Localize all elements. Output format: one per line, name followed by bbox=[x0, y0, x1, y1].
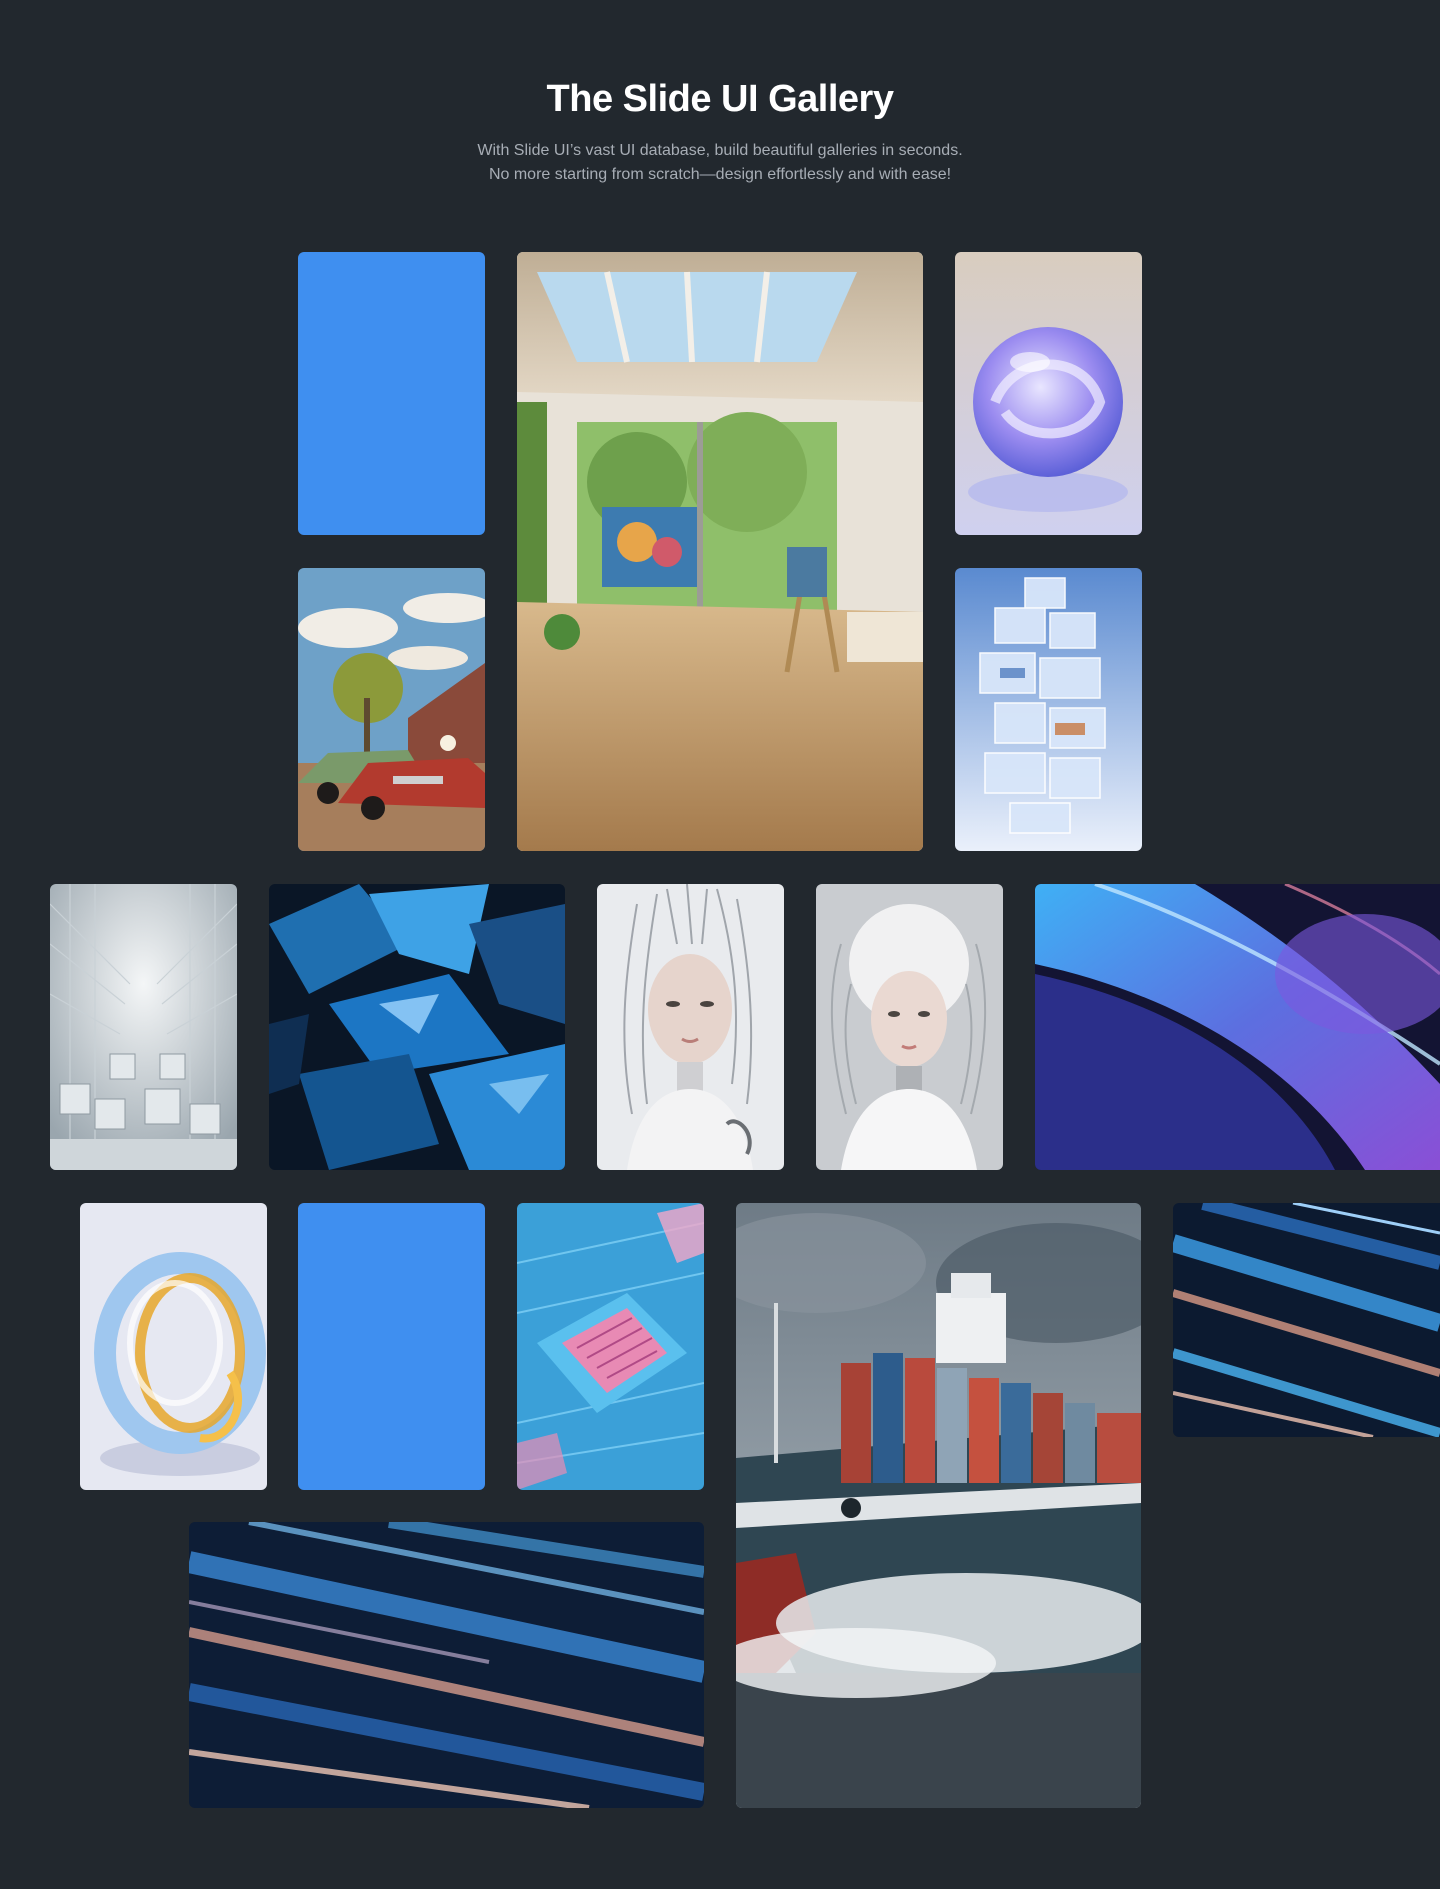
metallic-streaks-wide-image[interactable] bbox=[189, 1522, 704, 1808]
android-woman-2-image[interactable] bbox=[816, 884, 1003, 1170]
metallic-streaks-image[interactable] bbox=[1173, 1203, 1440, 1437]
page-title: The Slide UI Gallery bbox=[546, 78, 894, 120]
page-subtitle-line1: With Slide UI’s vast UI database, build … bbox=[477, 142, 963, 159]
glass-cube-tower-image[interactable] bbox=[955, 568, 1142, 851]
art-studio-image[interactable] bbox=[517, 252, 923, 851]
blue-placeholder-tile[interactable] bbox=[298, 252, 485, 535]
glass-sphere-image[interactable] bbox=[955, 252, 1142, 535]
page-subtitle-line2: No more starting from scratch—design eff… bbox=[488, 166, 952, 183]
android-woman-1-image[interactable] bbox=[597, 884, 784, 1170]
vintage-cars-image[interactable] bbox=[298, 568, 485, 851]
blue-wave-abstract-image[interactable] bbox=[1035, 884, 1440, 1170]
white-maze-city-image[interactable] bbox=[50, 884, 237, 1170]
cargo-ship-image[interactable] bbox=[736, 1203, 1141, 1808]
glass-ring-image[interactable] bbox=[80, 1203, 267, 1490]
circuit-chip-image[interactable] bbox=[517, 1203, 704, 1490]
blue-placeholder-tile[interactable] bbox=[298, 1203, 485, 1490]
blue-shards-image[interactable] bbox=[269, 884, 565, 1170]
